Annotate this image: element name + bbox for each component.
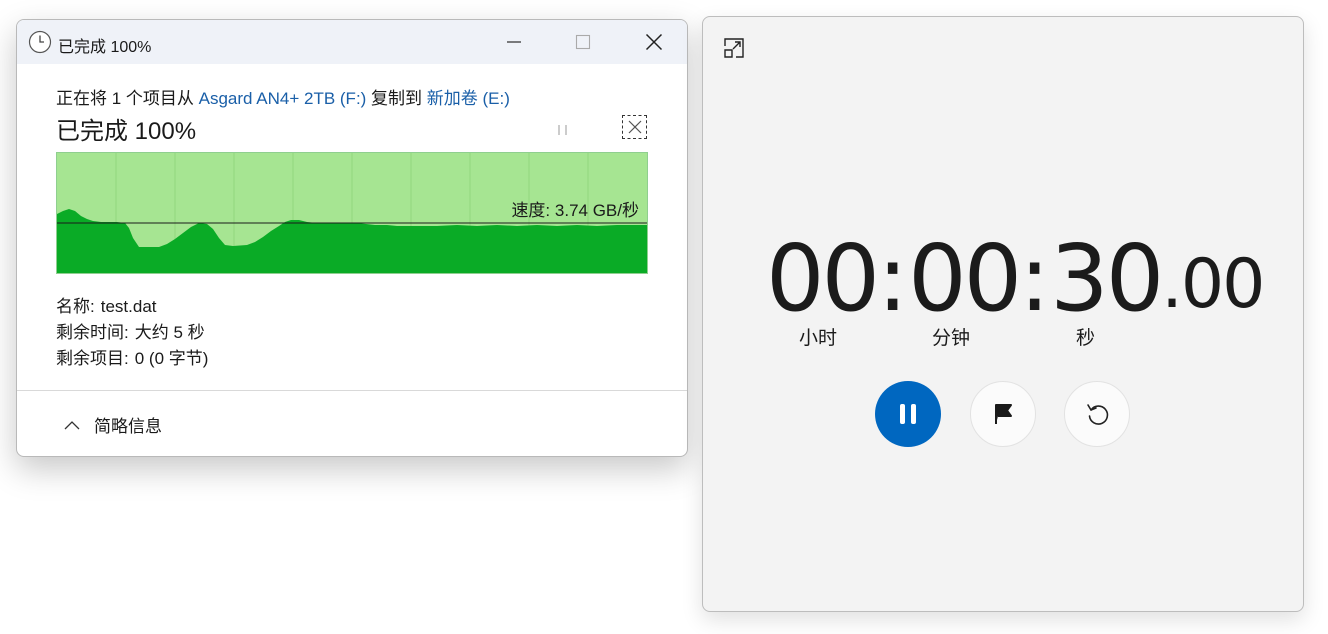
items-remaining-row: 剩余项目: 0 (0 字节) (56, 344, 208, 369)
seconds-label: 秒 (1076, 328, 1096, 349)
pause-icon (558, 125, 567, 135)
description-prefix: 正在将 1 个项目从 (56, 89, 199, 108)
source-link[interactable]: Asgard AN4+ 2TB (F:) (199, 89, 367, 108)
minimize-icon (507, 41, 521, 43)
copy-description: 正在将 1 个项目从 Asgard AN4+ 2TB (F:) 复制到 新加卷 … (56, 84, 510, 109)
reset-button[interactable] (1064, 381, 1130, 447)
copy-progress-window: 已完成 100% 正在将 1 个项目从 Asgard AN4+ 2TB (F:)… (16, 19, 688, 457)
restore-compact-button[interactable] (715, 29, 753, 67)
pause-icon (900, 404, 916, 424)
close-button[interactable] (631, 26, 677, 58)
hours-label: 小时 (799, 328, 838, 349)
clock-icon (28, 30, 52, 54)
restore-compact-icon (724, 38, 744, 58)
items-remaining-label: 剩余项目: (56, 349, 129, 368)
fewer-details-label: 简略信息 (94, 417, 162, 436)
maximize-button[interactable] (560, 26, 606, 58)
cancel-copy-button[interactable] (622, 115, 647, 139)
hundredths-value: .00 (1161, 245, 1265, 324)
cancel-icon (628, 120, 641, 134)
time-remaining-value: 大约 5 秒 (134, 323, 205, 342)
transfer-speed-graph: 速度: 3.74 GB/秒 (56, 152, 648, 274)
maximize-icon (575, 34, 591, 50)
hours-value: 00 (766, 225, 880, 332)
speed-readout: 速度: 3.74 GB/秒 (511, 196, 639, 221)
speed-value: 3.74 GB/秒 (554, 201, 639, 220)
seconds-value: 30 (1050, 225, 1164, 332)
minutes-value: 00 (908, 225, 1022, 332)
pause-copy-button[interactable] (553, 122, 573, 138)
time-remaining-label: 剩余时间: (56, 323, 129, 342)
stopwatch-window: 00:00:30.00 小时 分钟 秒 (702, 16, 1304, 612)
destination-link[interactable]: 新加卷 (E:) (427, 89, 510, 108)
close-icon (645, 33, 663, 51)
fewer-details-button[interactable]: 简略信息 (64, 412, 162, 437)
time-remaining-row: 剩余时间: 大约 5 秒 (56, 318, 205, 343)
flag-icon (995, 404, 1012, 424)
items-remaining-value: 0 (0 字节) (134, 349, 209, 368)
minimize-button[interactable] (491, 26, 537, 58)
description-middle: 复制到 (366, 89, 427, 108)
stopwatch-time-display: 00:00:30.00 (766, 219, 1265, 332)
window-title: 已完成 100% (58, 39, 152, 56)
chevron-up-icon (64, 420, 80, 429)
minutes-label: 分钟 (932, 328, 971, 349)
file-name-row: 名称: test.dat (56, 292, 157, 317)
file-name-label: 名称: (56, 297, 95, 316)
footer-divider (17, 390, 687, 391)
lap-button[interactable] (970, 381, 1036, 447)
reset-icon (1087, 404, 1109, 425)
progress-status: 已完成 100% (56, 118, 197, 145)
separator-2: : (1019, 225, 1051, 332)
separator-1: : (877, 225, 909, 332)
speed-label: 速度: (511, 201, 555, 220)
pause-stopwatch-button[interactable] (875, 381, 941, 447)
file-name-value: test.dat (100, 297, 157, 316)
title-bar[interactable]: 已完成 100% (17, 20, 687, 64)
